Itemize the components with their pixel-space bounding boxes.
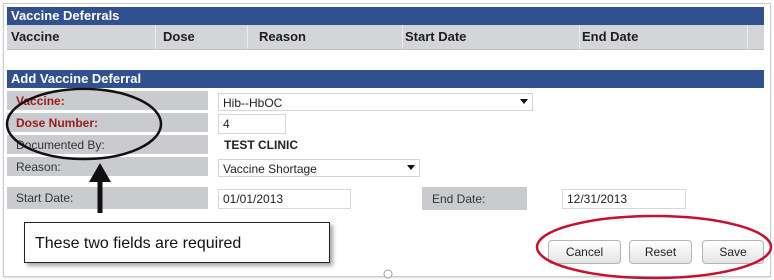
dose-number-row: Dose Number: 4 [7, 113, 764, 135]
reset-button[interactable]: Reset [629, 240, 692, 264]
reason-select-value: Vaccine Shortage [223, 162, 317, 176]
start-date-label: Start Date: [7, 187, 208, 210]
column-divider [579, 25, 580, 49]
deferrals-empty-row [7, 50, 764, 70]
chevron-down-icon[interactable] [520, 99, 528, 104]
column-end-date: End Date [582, 29, 639, 44]
vaccine-deferrals-header: Vaccine Deferrals [7, 7, 764, 25]
column-vaccine: Vaccine [11, 29, 60, 44]
dose-number-input[interactable]: 4 [218, 114, 286, 134]
documented-by-row: Documented By: TEST CLINIC [7, 135, 764, 157]
chevron-down-icon[interactable] [407, 165, 415, 170]
start-date-input[interactable]: 01/01/2013 [218, 189, 351, 209]
reason-row: Reason: Vaccine Shortage [7, 157, 764, 179]
column-divider [155, 25, 156, 49]
documented-by-value: TEST CLINIC [224, 138, 298, 152]
add-vaccine-deferral-header: Add Vaccine Deferral [7, 70, 764, 88]
reason-select[interactable]: Vaccine Shortage [218, 159, 420, 177]
dose-number-value-cell: 4 [208, 113, 764, 135]
save-button[interactable]: Save [702, 240, 764, 264]
vaccine-label: Vaccine: [7, 91, 208, 111]
reason-value-cell: Vaccine Shortage [208, 157, 764, 179]
deferrals-column-header-row: Vaccine Dose Reason Start Date End Date [7, 25, 764, 50]
column-start-date: Start Date [405, 29, 467, 44]
vaccine-row: Vaccine: Hib--HbOC [7, 91, 764, 113]
vaccine-select[interactable]: Hib--HbOC [218, 93, 533, 111]
required-fields-callout: These two fields are required [24, 222, 330, 263]
column-dose: Dose [163, 29, 195, 44]
vaccine-select-value: Hib--HbOC [223, 96, 283, 110]
documented-by-label: Documented By: [7, 135, 208, 155]
end-date-label: End Date: [422, 187, 527, 211]
vaccine-value-cell: Hib--HbOC [208, 91, 764, 113]
column-divider [747, 25, 748, 49]
column-reason: Reason [259, 29, 306, 44]
column-divider [402, 25, 403, 49]
end-date-input[interactable]: 12/31/2013 [562, 189, 686, 209]
cancel-button[interactable]: Cancel [548, 240, 621, 264]
reason-label: Reason: [7, 157, 208, 177]
column-divider [247, 25, 248, 49]
documented-by-value-cell: TEST CLINIC [208, 135, 764, 157]
dose-number-label: Dose Number: [7, 113, 208, 133]
